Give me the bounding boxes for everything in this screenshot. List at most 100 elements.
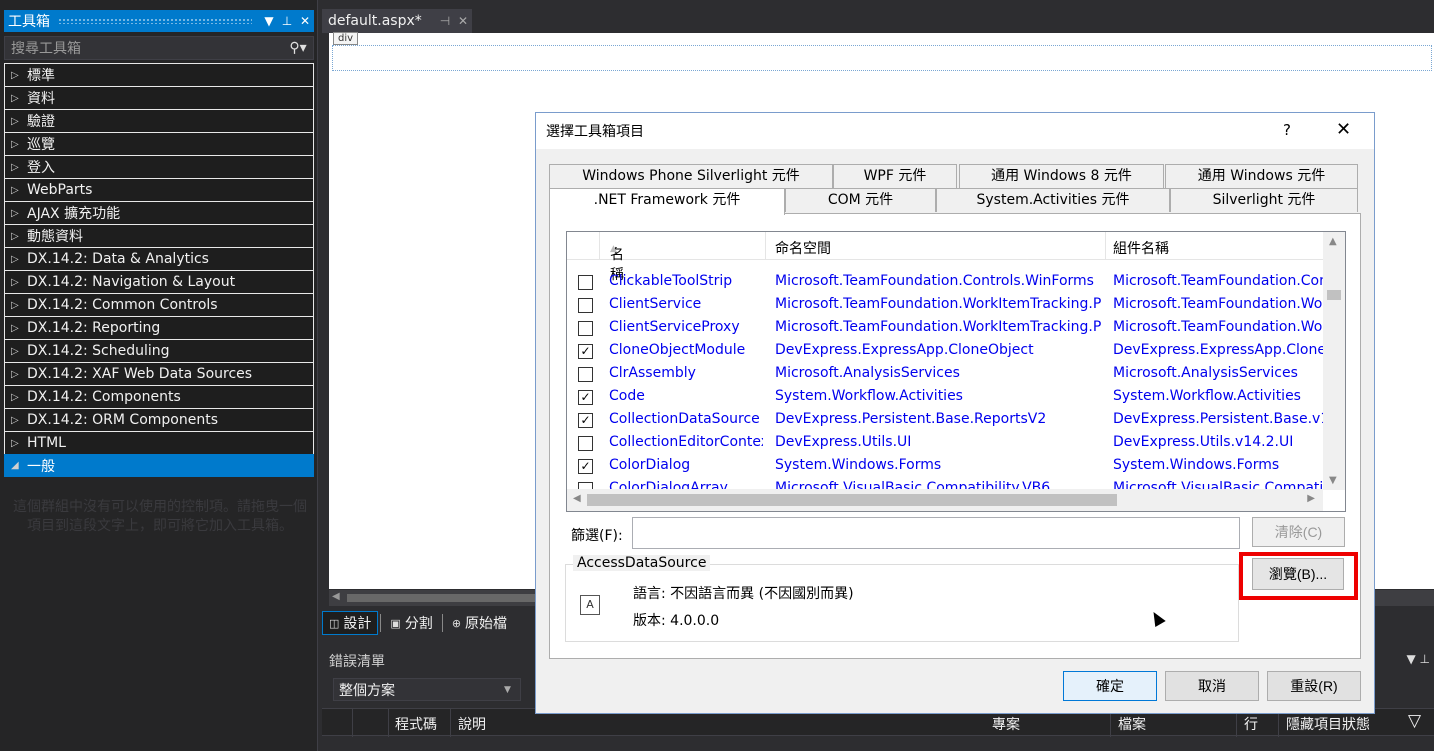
column-description[interactable]: 說明 [458, 714, 486, 734]
toolbox-panel: 工具箱 ▼ ⊥ ✕ 搜尋工具箱 ⚲▾ ▷ 標準 ▷ 資料 ▷ 驗證 ▷ 巡覽 ▷ 登入 ▷ WebPa… [0, 0, 318, 751]
scroll-right-icon[interactable]: ▶ [1307, 493, 1315, 504]
tab-universal-windows[interactable]: 通用 Windows 元件 [1165, 164, 1358, 188]
toolbox-group[interactable]: ▷ DX.14.2: ORM Components [4, 408, 314, 431]
item-checkbox[interactable] [578, 321, 593, 336]
toolbox-group[interactable]: ▷ DX.14.2: XAF Web Data Sources [4, 362, 314, 385]
item-namespace: System.Windows.Forms [775, 457, 942, 473]
toolbox-group[interactable]: ▷ 標準 [4, 63, 314, 86]
pin-icon[interactable]: ⊥ [278, 14, 296, 28]
toolbox-group[interactable]: ▷ 動態資料 [4, 224, 314, 247]
toolbox-group[interactable]: ▷ DX.14.2: Scheduling [4, 339, 314, 362]
list-item[interactable]: ClrAssembly Microsoft.AnalysisServices Mic… [567, 363, 1323, 386]
list-item[interactable]: CollectionEditorContext DevExpress.Utils.… [567, 432, 1323, 455]
item-checkbox[interactable] [578, 367, 593, 382]
column-line[interactable]: 行 [1244, 714, 1258, 734]
dialog-close-button[interactable]: ✕ [1336, 119, 1351, 140]
list-vertical-scrollbar[interactable]: ▲ ▼ [1323, 232, 1345, 490]
dropdown-icon[interactable]: ▼ ⊥ [1407, 652, 1431, 666]
item-name: Code [609, 388, 645, 404]
list-item[interactable]: ✓ CollectionDataSource DevExpress.Persiste… [567, 409, 1323, 432]
drag-grip[interactable] [58, 18, 252, 24]
list-horizontal-scrollbar[interactable]: ◀ ▶ [567, 489, 1323, 511]
tab-com[interactable]: COM 元件 [785, 188, 936, 212]
column-assembly[interactable]: 組件名稱 [1113, 238, 1169, 258]
column-code[interactable]: 程式碼 [395, 714, 437, 734]
ok-button[interactable]: 確定 [1063, 671, 1157, 701]
list-item[interactable]: ClientService Microsoft.TeamFoundation.Wo… [567, 294, 1323, 317]
scroll-thumb[interactable] [347, 594, 547, 602]
tab-windows-phone-silverlight[interactable]: Windows Phone Silverlight 元件 [549, 164, 833, 188]
toolbox-group[interactable]: ▷ AJAX 擴充功能 [4, 201, 314, 224]
help-button[interactable]: ? [1283, 121, 1291, 139]
component-info-group: AccessDataSource A 語言: 不因語言而異 (不因國別而異) 版… [565, 555, 1239, 642]
toolbox-group[interactable]: ▷ 登入 [4, 155, 314, 178]
item-namespace: Microsoft.TeamFoundation.WorkItemTrackin… [775, 319, 1101, 335]
toolbox-group[interactable]: ▷ DX.14.2: Components [4, 385, 314, 408]
item-checkbox[interactable] [578, 275, 593, 290]
clear-button[interactable]: 清除(C) [1252, 517, 1345, 547]
scroll-thumb[interactable] [1327, 290, 1341, 300]
item-checkbox[interactable]: ✓ [578, 413, 593, 428]
item-checkbox[interactable] [578, 298, 593, 313]
div-tag-label[interactable]: div [333, 32, 359, 45]
design-view-button[interactable]: ◫ 設計 [322, 611, 379, 635]
item-assembly: Microsoft.TeamFoundation.WorkItemTrackin… [1113, 319, 1323, 335]
source-view-button[interactable]: ⊕ 原始檔 [445, 611, 514, 635]
list-item[interactable]: ✓ CloneObjectModule DevExpress.ExpressApp.… [567, 340, 1323, 363]
toolbox-group[interactable]: ▷ DX.14.2: Navigation & Layout [4, 270, 314, 293]
toolbox-group[interactable]: ▷ 巡覽 [4, 132, 314, 155]
close-tab-icon[interactable]: ✕ [454, 14, 472, 28]
scroll-left-icon[interactable]: ◀ [573, 493, 581, 504]
tab-wpf[interactable]: WPF 元件 [833, 164, 957, 188]
reset-button[interactable]: 重設(R) [1267, 671, 1361, 701]
toolbox-group-list: ▷ 標準 ▷ 資料 ▷ 驗證 ▷ 巡覽 ▷ 登入 ▷ WebParts ▷ AJAX 擴充功能 ▷ 動態資料 ▷… [4, 63, 314, 477]
collapsed-arrow-icon: ▷ [11, 161, 19, 173]
column-hidden-state[interactable]: 隱藏項目狀態 [1286, 714, 1370, 734]
item-checkbox[interactable] [578, 436, 593, 451]
toolbox-search-input[interactable]: 搜尋工具箱 ⚲▾ [4, 36, 314, 60]
toolbox-group[interactable]: ◢ 一般 [4, 454, 314, 477]
list-item[interactable]: ClientServiceProxy Microsoft.TeamFoundati… [567, 317, 1323, 340]
cancel-button[interactable]: 取消 [1165, 671, 1259, 701]
search-icon[interactable]: ⚲▾ [283, 40, 313, 56]
item-assembly: DevExpress.Persistent.Base.v14.2 [1113, 411, 1323, 427]
toolbox-group[interactable]: ▷ DX.14.2: Common Controls [4, 293, 314, 316]
document-tab[interactable]: default.aspx* ⊣ ✕ [322, 9, 472, 33]
item-assembly: System.Workflow.Activities [1113, 388, 1301, 404]
toolbox-group[interactable]: ▷ HTML [4, 431, 314, 454]
list-item[interactable]: ✓ Code System.Workflow.Activities System.Wo… [567, 386, 1323, 409]
split-view-button[interactable]: ▣ 分割 [383, 611, 439, 635]
filter-icon[interactable]: ▽ [1408, 711, 1421, 731]
tab-system-activities[interactable]: System.Activities 元件 [936, 188, 1170, 212]
toolbox-group[interactable]: ▷ DX.14.2: Data & Analytics [4, 247, 314, 270]
column-project[interactable]: 專案 [992, 714, 1020, 734]
tab-net-framework[interactable]: .NET Framework 元件 [549, 188, 785, 215]
browse-button[interactable]: 瀏覽(B)... [1252, 558, 1344, 590]
scroll-up-icon[interactable]: ▲ [1329, 236, 1337, 247]
toolbox-group[interactable]: ▷ WebParts [4, 178, 314, 201]
toolbox-group[interactable]: ▷ 驗證 [4, 109, 314, 132]
div-element[interactable] [332, 45, 1432, 71]
tab-silverlight[interactable]: Silverlight 元件 [1170, 188, 1358, 212]
pin-icon[interactable]: ⊣ [436, 14, 454, 28]
filter-input[interactable] [632, 517, 1240, 549]
close-icon[interactable]: ✕ [296, 14, 314, 28]
list-item[interactable]: ✓ ColorDialog System.Windows.Forms System.W… [567, 455, 1323, 478]
component-info-title: AccessDataSource [573, 555, 711, 571]
scroll-down-icon[interactable]: ▼ [1329, 475, 1337, 486]
dropdown-icon[interactable]: ▼ [260, 14, 278, 28]
toolbox-group-label: 標準 [27, 68, 55, 84]
scroll-left-icon[interactable]: ◀ [332, 591, 340, 602]
list-item[interactable]: ClickableToolStrip Microsoft.TeamFoundati… [567, 271, 1323, 294]
item-checkbox[interactable]: ✓ [578, 459, 593, 474]
components-list[interactable]: 名稱 ▲ 命名空間 組件名稱 ClickableToolStrip Microso… [566, 231, 1346, 512]
error-scope-select[interactable]: 整個方案 ▼ [333, 678, 521, 701]
column-namespace[interactable]: 命名空間 [775, 238, 831, 258]
item-checkbox[interactable]: ✓ [578, 344, 593, 359]
scroll-thumb[interactable] [587, 494, 1117, 506]
toolbox-group[interactable]: ▷ 資料 [4, 86, 314, 109]
column-file[interactable]: 檔案 [1118, 714, 1146, 734]
tab-universal-windows-8[interactable]: 通用 Windows 8 元件 [959, 164, 1164, 188]
toolbox-group[interactable]: ▷ DX.14.2: Reporting [4, 316, 314, 339]
item-checkbox[interactable]: ✓ [578, 390, 593, 405]
